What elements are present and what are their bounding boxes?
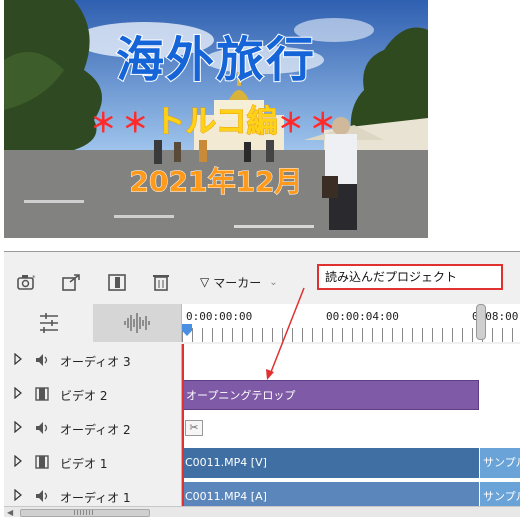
callout-arrow (266, 287, 305, 380)
preview-title: 海外旅行 (115, 31, 316, 89)
app-window: 海外旅行 ＊＊トルコ編＊＊ 2021年12月 * ▽ マーカー ⌄ 0:00:0… (0, 0, 520, 517)
timeline-editor: * ▽ マーカー ⌄ 0:00:00:00 00:00:04:00 0:08:0… (4, 251, 520, 517)
video-preview: 海外旅行 ＊＊トルコ編＊＊ 2021年12月 (4, 0, 428, 238)
subtitle-stars-right: ＊＊ (277, 109, 342, 139)
preview-subtitle: ＊＊トルコ編＊＊ (4, 96, 428, 141)
preview-date: 2021年12月 (129, 165, 303, 199)
scroll-left-icon[interactable]: ◀ (7, 508, 13, 517)
scrollbar-grip (74, 510, 94, 515)
horizontal-scrollbar[interactable]: ◀ (4, 506, 520, 517)
subtitle-text: トルコ編 (154, 104, 278, 141)
subtitle-stars-left: ＊＊ (90, 109, 155, 139)
